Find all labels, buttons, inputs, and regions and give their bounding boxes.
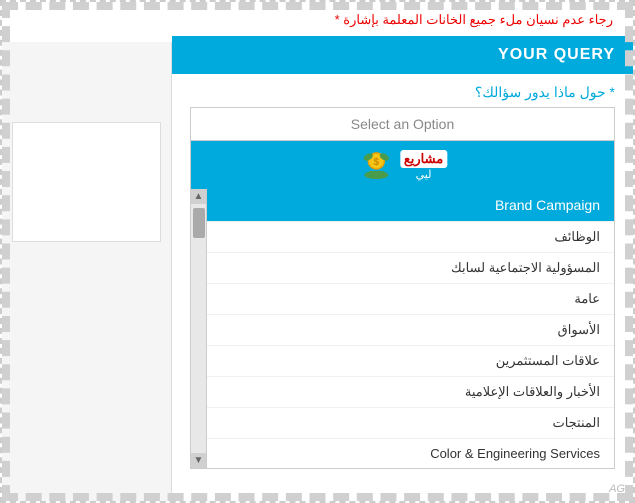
dropdown-option-3[interactable]: عامة <box>207 283 614 314</box>
logo-arabic-text: مشاريع <box>400 150 447 168</box>
svg-text:$: $ <box>373 157 379 168</box>
option-label-0: Brand Campaign <box>495 197 600 213</box>
option-label-2: المسؤولية الاجتماعية لسابك <box>451 260 600 275</box>
dropdown-option-6[interactable]: الأخبار والعلاقات الإعلامية <box>207 376 614 407</box>
dropdown-option-1[interactable]: الوظائف <box>207 221 614 252</box>
select-field[interactable]: Select an Option <box>190 107 615 141</box>
options-list: Brand Campaign الوظائف المسؤولية الاجتما… <box>207 189 614 468</box>
dropdown-logo-bar: $ مشاريع ليي <box>191 141 614 189</box>
dropdown-option-0[interactable]: Brand Campaign <box>207 189 614 221</box>
option-label-1: الوظائف <box>554 229 600 244</box>
warning-text: رجاء عدم نسيان ملء جميع الخانات المعلمة … <box>335 12 613 27</box>
logo-money-icon: $ <box>358 147 394 183</box>
left-panel <box>2 42 172 501</box>
dropdown-option-5[interactable]: علاقات المستثمرين <box>207 345 614 376</box>
dropdown-option-8[interactable]: Color & Engineering Services <box>207 438 614 468</box>
query-header: YOUR QUERY <box>172 36 633 74</box>
option-label-4: الأسواق <box>558 322 600 337</box>
section-header-text: YOUR QUERY <box>498 46 615 63</box>
option-label-7: المنتجات <box>552 415 600 430</box>
logo-text-block: مشاريع ليي <box>400 150 447 181</box>
top-warning: رجاء عدم نسيان ملء جميع الخانات المعلمة … <box>172 2 633 36</box>
scrollbar-thumb[interactable] <box>193 208 205 238</box>
dropdown-option-2[interactable]: المسؤولية الاجتماعية لسابك <box>207 252 614 283</box>
select-placeholder: Select an Option <box>351 116 455 132</box>
option-label-8: Color & Engineering Services <box>430 446 600 461</box>
scroll-down-arrow[interactable]: ▼ <box>191 453 206 468</box>
logo-placeholder: $ مشاريع ليي <box>358 147 447 183</box>
dropdown-open: $ مشاريع ليي ▲ ▼ <box>190 141 615 469</box>
watermark: AG <box>609 483 625 495</box>
page-wrapper: رجاء عدم نسيان ملء جميع الخانات المعلمة … <box>0 0 635 503</box>
question-row: * حول ماذا يدور سؤالك؟ <box>172 74 633 107</box>
dropdown-option-7[interactable]: المنتجات <box>207 407 614 438</box>
scroll-up-arrow[interactable]: ▲ <box>191 189 206 204</box>
option-label-6: الأخبار والعلاقات الإعلامية <box>465 384 600 399</box>
logo-arabic-sub: ليي <box>400 168 447 181</box>
main-content: رجاء عدم نسيان ملء جميع الخانات المعلمة … <box>172 2 633 469</box>
dropdown-option-4[interactable]: الأسواق <box>207 314 614 345</box>
option-label-3: عامة <box>574 291 600 306</box>
scrollbar-track: ▲ ▼ <box>191 189 207 468</box>
option-label-5: علاقات المستثمرين <box>496 353 600 368</box>
left-panel-inner <box>12 122 161 242</box>
dropdown-scroll-container: ▲ ▼ Brand Campaign الوظائف المسؤولية الا… <box>191 189 614 468</box>
question-label: * حول ماذا يدور سؤالك؟ <box>475 84 615 100</box>
